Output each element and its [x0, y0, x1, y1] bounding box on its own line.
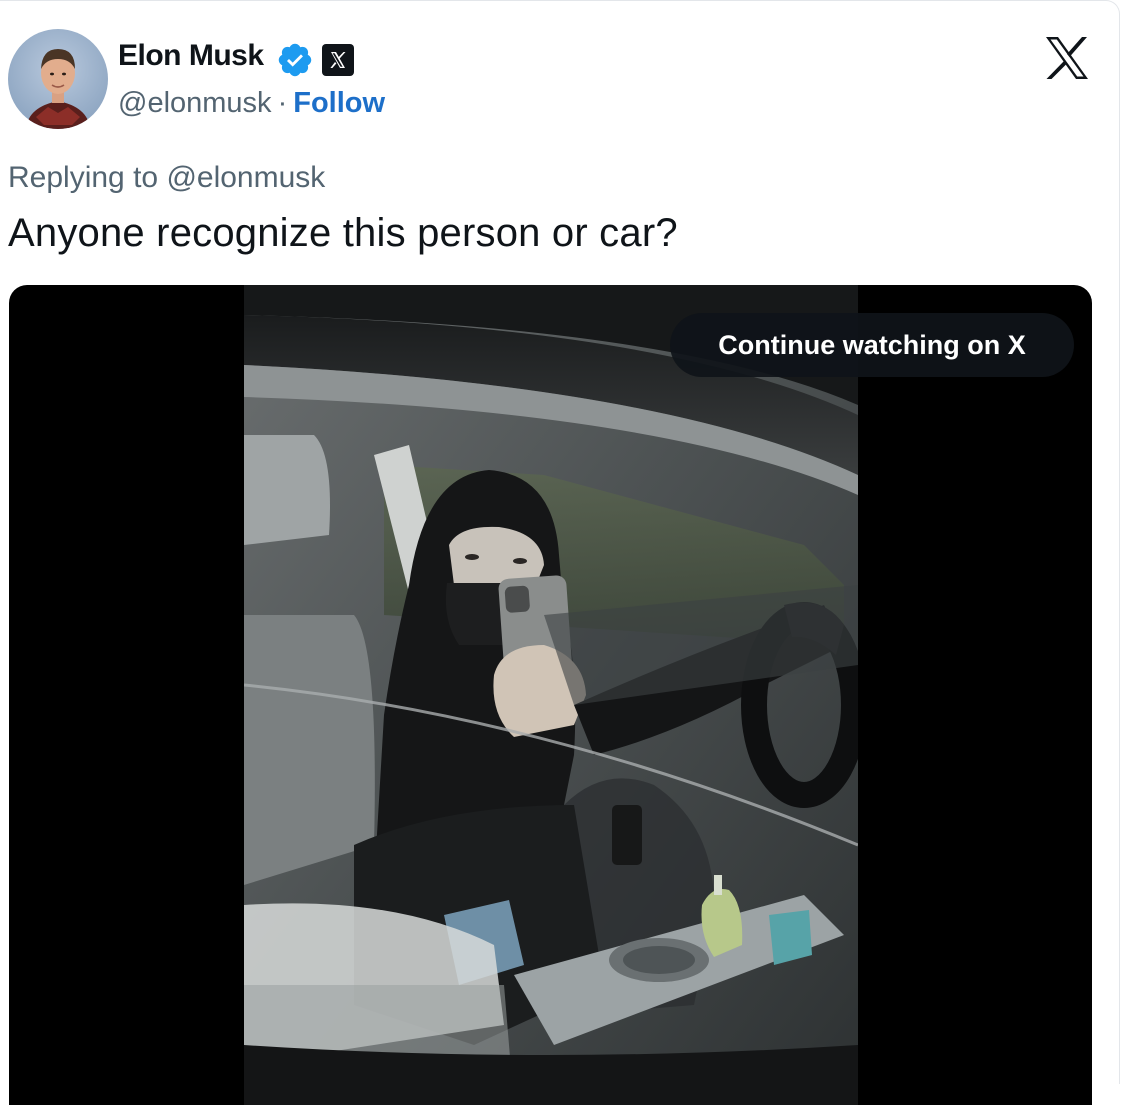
tweet-embed-card: Elon Musk @elonmusk · Follow Replying to @…: [0, 0, 1120, 1105]
reply-handle[interactable]: @elonmusk: [166, 161, 325, 194]
video-player[interactable]: Continue watching on X: [9, 285, 1092, 1105]
reply-prefix: Replying to: [8, 161, 159, 194]
avatar[interactable]: [8, 29, 108, 129]
handle-row: @elonmusk · Follow: [118, 87, 385, 120]
video-thumbnail[interactable]: [244, 285, 858, 1105]
x-logo-icon[interactable]: [1040, 31, 1094, 85]
replying-to: Replying to @elonmusk: [8, 161, 325, 195]
continue-watching-button[interactable]: Continue watching on X: [670, 313, 1074, 377]
follow-button[interactable]: Follow: [293, 87, 385, 119]
tweet-text: Anyone recognize this person or car?: [8, 211, 678, 255]
handle-separator: ·: [277, 87, 288, 119]
author-handle[interactable]: @elonmusk: [118, 87, 272, 119]
x-badge-icon: [322, 44, 354, 76]
author-name[interactable]: Elon Musk: [118, 39, 264, 73]
verified-badge-icon: [278, 43, 312, 77]
